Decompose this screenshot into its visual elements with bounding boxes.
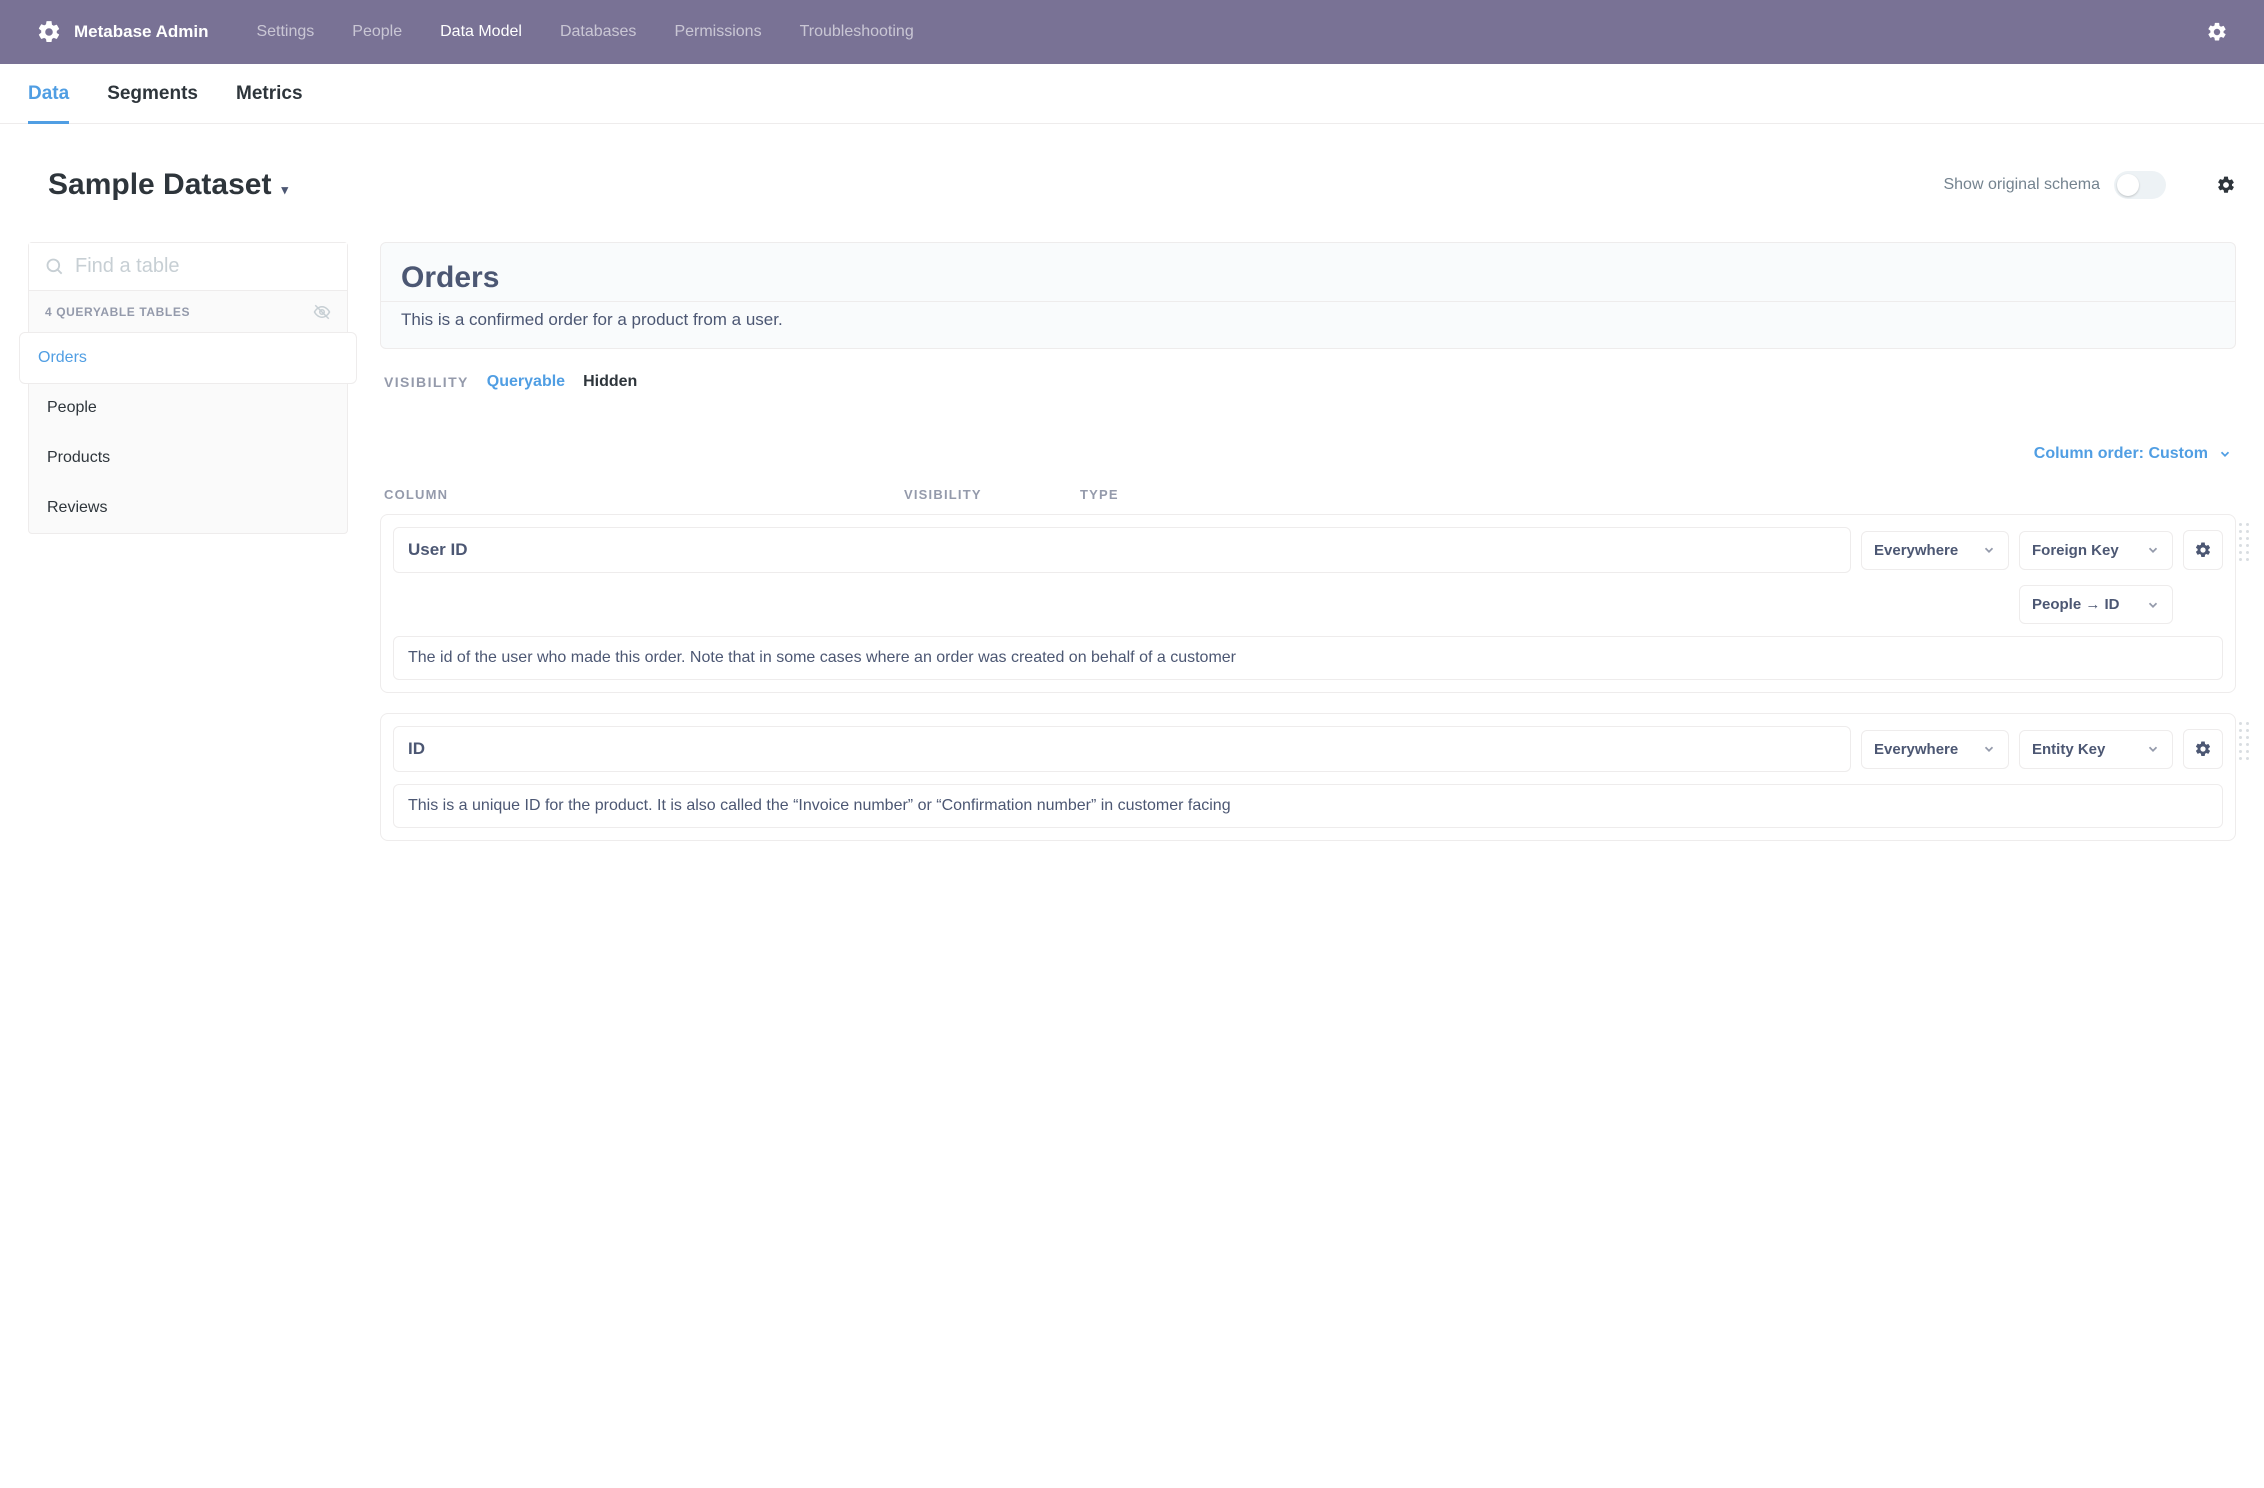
tab-data[interactable]: Data [28,64,69,123]
gear-icon [2194,740,2212,758]
field-visibility-value: Everywhere [1874,741,1958,758]
top-nav: Metabase Admin Settings People Data Mode… [0,0,2264,64]
schema-toggle-label: Show original schema [1943,176,2100,194]
field-row: ID Everywhere Entity Key This is a uniqu… [380,713,2236,841]
top-nav-links: Settings People Data Model Databases Per… [256,23,2206,41]
field-type-select[interactable]: Foreign Key [2019,531,2173,570]
chevron-down-icon [2146,598,2160,612]
search-icon [45,257,65,277]
table-item-products[interactable]: Products [29,433,347,483]
field-settings-button[interactable] [2183,729,2223,769]
table-section-header: 4 QUERYABLE TABLES [29,291,347,333]
field-name-input[interactable]: User ID [393,527,1851,573]
nav-people[interactable]: People [352,23,402,41]
schema-toggle-row: Show original schema [1943,171,2236,199]
schema-toggle[interactable] [2114,171,2166,199]
gear-icon [2194,541,2212,559]
column-header-visibility: VISIBILITY [904,487,1080,502]
field-fk-target-select[interactable]: People → ID [2019,585,2173,624]
main-content: Orders This is a confirmed order for a p… [380,242,2236,861]
column-header-type: TYPE [1080,487,1256,502]
table-item-orders[interactable]: Orders [19,332,357,384]
chevron-down-icon [2146,543,2160,557]
field-type-value: Entity Key [2032,741,2105,758]
subtabs: Data Segments Metrics [0,64,2264,124]
field-name-input[interactable]: ID [393,726,1851,772]
chevron-down-icon [2146,742,2160,756]
chevron-down-icon: ▾ [281,182,288,198]
brand-label: Metabase Admin [74,22,208,42]
brand[interactable]: Metabase Admin [36,19,208,45]
nav-settings[interactable]: Settings [256,23,314,41]
settings-gear-icon[interactable] [2206,21,2228,43]
drag-handle-icon[interactable] [2239,523,2249,561]
tab-segments[interactable]: Segments [107,64,198,123]
field-row: User ID Everywhere Foreign Key People → … [380,514,2236,693]
field-description-input[interactable]: The id of the user who made this order. … [393,636,2223,680]
table-description-input[interactable]: This is a confirmed order for a product … [381,301,2235,348]
visibility-hidden[interactable]: Hidden [583,373,637,391]
database-name: Sample Dataset [48,168,271,202]
field-fk-target-value: People → ID [2032,596,2120,613]
nav-permissions[interactable]: Permissions [674,23,761,41]
search-placeholder: Find a table [75,255,180,278]
field-settings-button[interactable] [2183,530,2223,570]
chevron-down-icon [1982,742,1996,756]
tables-sidebar: Find a table 4 QUERYABLE TABLES Orders P… [28,242,348,534]
table-visibility-row: VISIBILITY Queryable Hidden [380,349,2236,415]
column-order-label: Column order: Custom [2034,445,2208,463]
field-type-select[interactable]: Entity Key [2019,730,2173,769]
field-visibility-select[interactable]: Everywhere [1861,730,2009,769]
drag-handle-icon[interactable] [2239,722,2249,760]
visibility-queryable[interactable]: Queryable [487,373,565,391]
visibility-label: VISIBILITY [384,374,469,390]
table-search-input[interactable]: Find a table [29,243,347,291]
table-item-reviews[interactable]: Reviews [29,483,347,533]
nav-databases[interactable]: Databases [560,23,637,41]
column-header-column: COLUMN [384,487,904,502]
field-description-input[interactable]: This is a unique ID for the product. It … [393,784,2223,828]
column-order-picker[interactable]: Column order: Custom [380,415,2236,473]
nav-troubleshooting[interactable]: Troubleshooting [800,23,914,41]
database-picker[interactable]: Sample Dataset ▾ [48,168,288,202]
table-name-input[interactable]: Orders [381,243,2235,301]
eye-off-icon[interactable] [313,303,331,321]
page-title-row: Sample Dataset ▾ Show original schema [0,124,2264,202]
database-settings-gear-icon[interactable] [2216,175,2236,195]
table-count-label: 4 QUERYABLE TABLES [45,305,190,319]
field-visibility-value: Everywhere [1874,542,1958,559]
chevron-down-icon [1982,543,1996,557]
field-type-value: Foreign Key [2032,542,2119,559]
column-headers: COLUMN VISIBILITY TYPE [380,473,2236,514]
table-item-people[interactable]: People [29,383,347,433]
table-header-card: Orders This is a confirmed order for a p… [380,242,2236,349]
tab-metrics[interactable]: Metrics [236,64,303,123]
nav-data-model[interactable]: Data Model [440,23,522,41]
chevron-down-icon [2218,447,2232,461]
field-visibility-select[interactable]: Everywhere [1861,531,2009,570]
gear-icon [36,19,62,45]
